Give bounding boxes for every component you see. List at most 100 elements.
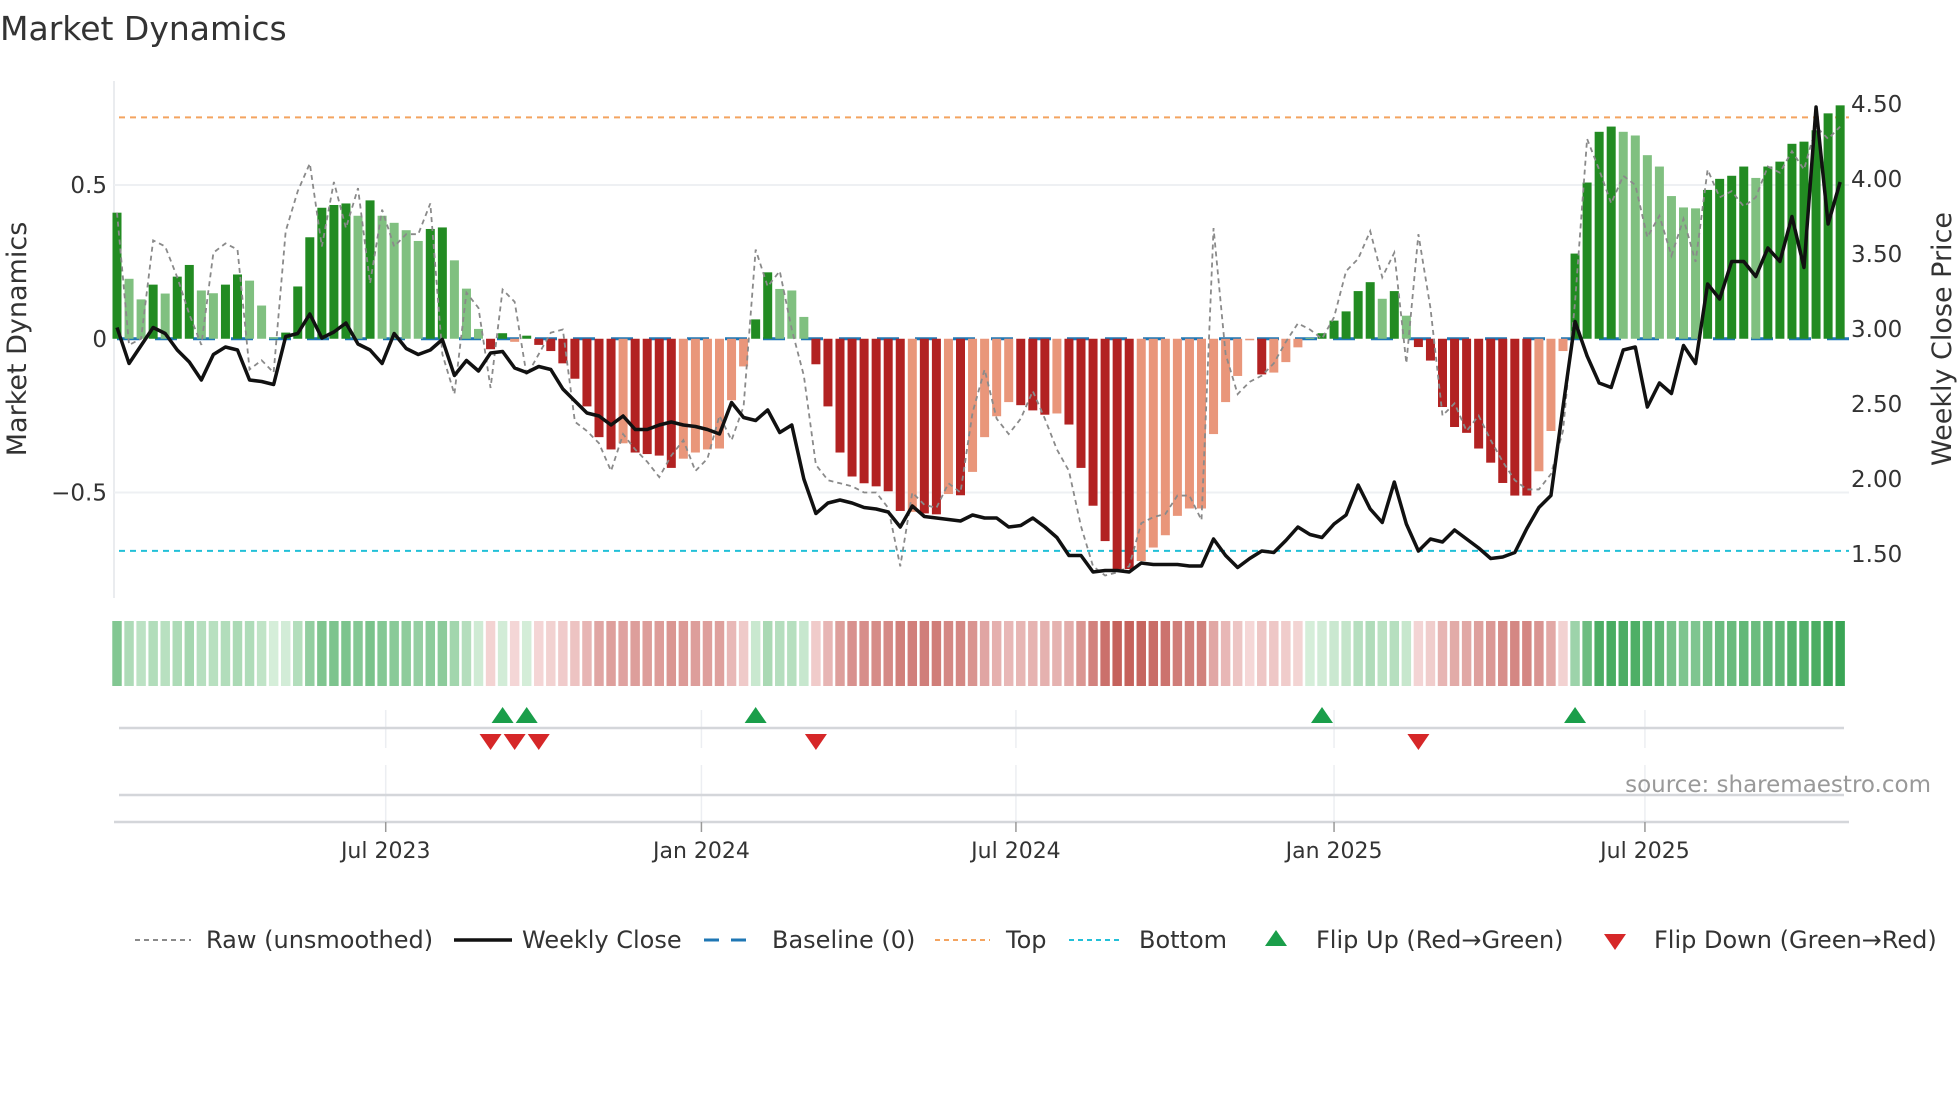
heat-cell <box>654 621 664 686</box>
dynamics-bar <box>1184 338 1194 509</box>
heat-cell <box>1606 621 1616 686</box>
x-tick-label: Jul 2023 <box>339 839 431 864</box>
dynamics-bar <box>1751 177 1761 339</box>
heat-cell <box>714 621 725 686</box>
heat-cell <box>521 621 532 686</box>
heat-cell <box>184 621 195 686</box>
dynamics-bar <box>1474 338 1484 449</box>
dynamics-bar <box>1835 105 1845 339</box>
dynamics-bar <box>1040 338 1050 415</box>
heat-cell <box>232 621 243 686</box>
heat-cell <box>762 621 773 686</box>
heat-cell <box>1220 621 1231 686</box>
dynamics-bar <box>823 338 833 407</box>
dynamics-bar <box>437 227 447 339</box>
heat-cell <box>497 621 508 686</box>
dynamics-bar <box>1305 337 1315 339</box>
dynamics-bar <box>220 284 230 339</box>
dynamics-bar <box>1293 338 1303 348</box>
heat-cell <box>148 621 158 686</box>
heat-cell <box>1401 621 1412 686</box>
right-tick-label: 2.00 <box>1851 467 1902 493</box>
flip-down-marker <box>804 734 827 750</box>
dynamics-bar <box>618 338 628 444</box>
dynamics-bar <box>257 305 267 339</box>
dynamics-bar <box>895 338 905 511</box>
heat-cell <box>1799 621 1809 686</box>
dynamics-bar <box>1329 320 1339 339</box>
dynamics-bar <box>1197 338 1206 509</box>
heat-cell <box>305 621 315 686</box>
dynamics-bar <box>124 278 134 339</box>
heat-cell <box>136 621 146 686</box>
dynamics-bar <box>1353 291 1363 339</box>
heat-cell <box>1353 621 1363 686</box>
dynamics-bar <box>919 338 929 514</box>
dynamics-bar <box>702 338 712 450</box>
right-tick-label: 3.50 <box>1851 242 1902 268</box>
legend-raw-label: Raw (unsmoothed) <box>206 926 433 954</box>
heat-cell <box>1437 621 1448 686</box>
right-tick-label: 1.50 <box>1851 542 1902 568</box>
heat-cell <box>702 621 713 686</box>
dynamics-bar <box>1124 338 1134 570</box>
dynamics-bar <box>1172 338 1182 516</box>
heat-cell <box>750 621 761 686</box>
dynamics-bar <box>546 338 556 352</box>
heat-cell <box>1136 621 1146 686</box>
heat-cell <box>618 621 628 686</box>
heat-cell <box>1522 621 1532 686</box>
heat-cell <box>280 621 291 686</box>
dynamics-bar <box>208 293 218 339</box>
dynamics-bar <box>751 319 761 339</box>
heat-cell <box>1425 621 1436 686</box>
heat-cell <box>907 621 918 686</box>
dynamics-bar <box>1546 338 1556 431</box>
heat-cell <box>1498 621 1508 686</box>
flip-up-marker <box>1564 707 1587 723</box>
heat-cell <box>1100 621 1110 686</box>
heat-strip <box>112 621 1845 686</box>
heat-cell <box>1739 621 1749 686</box>
heat-cell <box>1775 621 1785 686</box>
heat-cell <box>1678 621 1689 686</box>
heat-cell <box>293 621 303 686</box>
heat-cell <box>1377 621 1387 686</box>
heat-cell <box>847 621 857 686</box>
heat-cell <box>799 621 809 686</box>
heat-cell <box>582 621 592 686</box>
heat-cell <box>1208 621 1219 686</box>
dynamics-bar <box>449 260 459 339</box>
dynamics-bar <box>570 338 580 379</box>
x-tick-label: Jan 2025 <box>1284 839 1383 864</box>
heat-cell <box>558 621 568 686</box>
raw-unsmoothed-line <box>116 124 1841 577</box>
heat-cell <box>883 621 893 686</box>
left-tick-label: 0.5 <box>70 173 107 199</box>
dynamics-bar <box>1630 135 1640 339</box>
heat-cell <box>630 621 640 686</box>
heat-cell <box>1257 621 1267 686</box>
dynamics-bar <box>1209 338 1219 435</box>
series-lines <box>115 105 1842 577</box>
legend-flip-up-label: Flip Up (Red→Green) <box>1316 926 1564 954</box>
heat-cell <box>365 621 375 686</box>
dynamics-bar <box>1100 338 1110 542</box>
heat-cell <box>1040 621 1050 686</box>
heat-cell <box>1244 621 1255 686</box>
dynamics-bar <box>654 338 664 456</box>
heat-cell <box>244 621 255 686</box>
right-tick-label: 3.00 <box>1851 317 1902 343</box>
dynamics-bar <box>1691 208 1701 339</box>
dynamics-bar <box>835 338 845 453</box>
heat-cell <box>1016 621 1026 686</box>
heat-cell <box>112 621 122 686</box>
dynamics-bar <box>1112 338 1122 570</box>
heat-cell <box>1582 621 1592 686</box>
right-tick-label: 2.50 <box>1851 392 1902 418</box>
heat-cell <box>1823 621 1833 686</box>
dynamics-bar <box>1462 338 1472 433</box>
heat-cell <box>678 621 689 686</box>
heat-cell <box>389 621 399 686</box>
dynamics-bar <box>943 338 953 495</box>
